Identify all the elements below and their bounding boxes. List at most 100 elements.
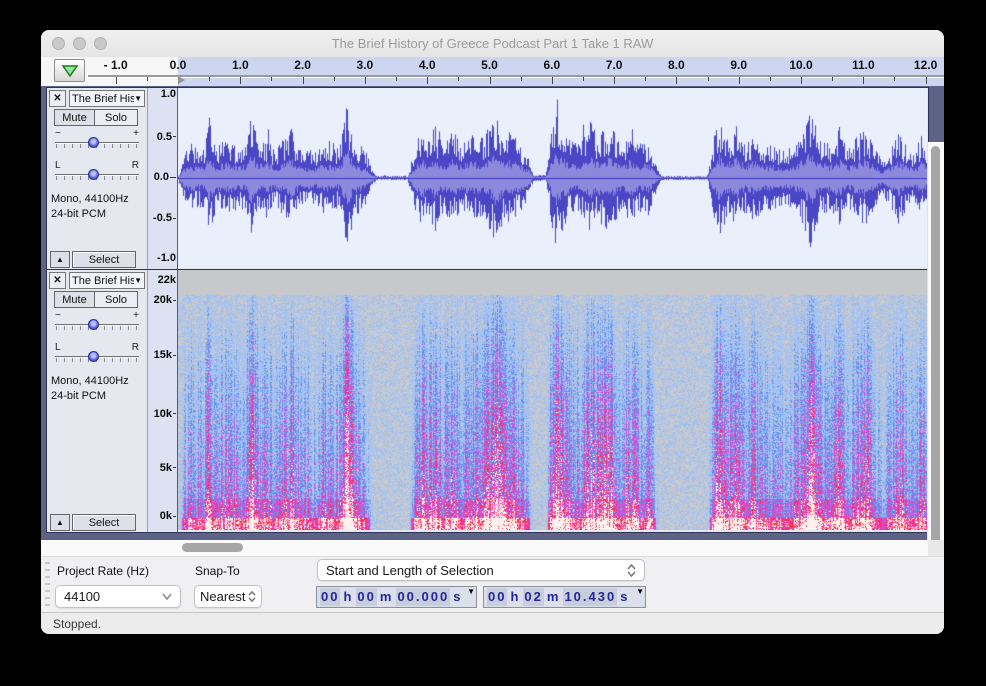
horizontal-scrollbar-thumb[interactable] (182, 543, 243, 552)
mute-button[interactable]: Mute (54, 291, 95, 308)
vruler-tick (173, 136, 176, 137)
timeline-major-tick (240, 77, 241, 84)
vruler-tick (173, 218, 176, 219)
selection-start-time[interactable]: 00h00m00.000s▼ (316, 586, 477, 608)
close-window-button[interactable] (52, 37, 65, 50)
timeline-label: 1.0 (232, 58, 249, 72)
track-title: The Brief Hist (72, 275, 134, 287)
timeline-major-tick (552, 77, 553, 84)
timeline-minor-tick (894, 77, 895, 81)
selection-mode-value: Start and Length of Selection (326, 563, 627, 578)
timeline-major-tick (303, 77, 304, 84)
selection-toolbar: Project Rate (Hz) Snap-To Start and Leng… (41, 556, 944, 613)
solo-button[interactable]: Solo (94, 109, 138, 126)
vruler-tick (173, 413, 176, 414)
vruler-tick (170, 177, 176, 178)
pan-slider[interactable]: L R (49, 342, 145, 369)
timeline-label: 2.0 (294, 58, 311, 72)
spectrogram-canvas[interactable] (178, 270, 927, 530)
timeline-label: 4.0 (419, 58, 436, 72)
vertical-scrollbar-thumb[interactable] (931, 146, 940, 582)
timeline-minor-tick (147, 77, 148, 81)
timeline-major-tick (490, 77, 491, 84)
timeline-label: 12.0 (914, 58, 937, 72)
gain-slider[interactable]: − + (49, 310, 145, 337)
gain-slider[interactable]: − + (49, 128, 145, 155)
select-track-button[interactable]: Select (72, 251, 136, 268)
timeline-major-tick (116, 77, 117, 84)
timeline-label: 10.0 (789, 58, 812, 72)
pan-slider-thumb[interactable] (88, 351, 99, 362)
project-rate-value: 44100 (64, 589, 162, 604)
pan-slider[interactable]: L R (49, 160, 145, 187)
time-dropdown-icon[interactable]: ▼ (636, 588, 644, 596)
time-digits[interactable]: 10.430 (563, 588, 617, 606)
tracks-area: ✕ The Brief Hist ▼ Mute Solo − + (41, 86, 944, 540)
minimize-window-button[interactable] (73, 37, 86, 50)
time-digits[interactable]: 02 (523, 588, 543, 606)
titlebar[interactable]: The Brief History of Greece Podcast Part… (41, 30, 944, 58)
vruler-label: 1.0 (161, 88, 176, 100)
time-digits[interactable]: 00.000 (396, 588, 450, 606)
track-menu-button[interactable]: The Brief Hist ▼ (69, 90, 145, 107)
solo-button[interactable]: Solo (94, 291, 138, 308)
timeline-label: - 1.0 (104, 58, 128, 72)
timeline-minor-tick (708, 77, 709, 81)
vruler-tick (173, 467, 176, 468)
vertical-scrollbar[interactable] (927, 142, 944, 596)
timeline-minor-tick (521, 77, 522, 81)
amplitude-ruler[interactable]: 1.00.50.0-0.5-1.0 (148, 88, 178, 269)
mute-button[interactable]: Mute (54, 109, 95, 126)
track-menu-button[interactable]: The Brief Hist ▼ (69, 272, 145, 289)
vruler-tick (173, 300, 176, 301)
timeline-major-tick (801, 77, 802, 84)
gain-slider-thumb[interactable] (88, 137, 99, 148)
frequency-ruler[interactable]: 22k20k15k10k5k0k (148, 270, 178, 532)
vruler-label: 20k (154, 294, 176, 306)
close-track-button[interactable]: ✕ (49, 90, 66, 107)
window-title: The Brief History of Greece Podcast Part… (332, 36, 654, 51)
time-digits[interactable]: 00 (356, 588, 376, 606)
gain-slider-thumb[interactable] (88, 319, 99, 330)
horizontal-scrollbar[interactable] (41, 540, 928, 556)
timeline-groove (88, 75, 944, 78)
time-digits[interactable]: 00 (487, 588, 507, 606)
time-unit: s (452, 588, 463, 606)
collapse-track-button[interactable]: ▲ (50, 251, 70, 268)
pan-right-label: R (132, 160, 139, 171)
project-rate-select[interactable]: 44100 (55, 585, 181, 608)
playhead-marker-icon[interactable] (178, 76, 185, 84)
timeline-pin-button[interactable] (54, 59, 85, 82)
timeline-label: 3.0 (357, 58, 374, 72)
timeline-major-tick (863, 77, 864, 84)
collapse-track-button[interactable]: ▲ (50, 514, 70, 531)
time-unit: h (342, 588, 354, 606)
time-dropdown-icon[interactable]: ▼ (467, 588, 475, 596)
toolbar-grip[interactable] (45, 562, 50, 607)
waveform-canvas[interactable] (178, 88, 927, 267)
timeline-minor-tick (209, 77, 210, 81)
status-bar: Stopped. (41, 612, 944, 634)
snap-to-select[interactable]: Nearest (194, 585, 262, 608)
vruler-label: -1.0 (157, 252, 176, 264)
pan-slider-thumb[interactable] (88, 169, 99, 180)
stepper-chevrons-icon (627, 564, 636, 577)
timeline-audio-region (178, 57, 944, 86)
gain-plus-label: + (133, 128, 139, 139)
time-digits[interactable]: 00 (320, 588, 340, 606)
track-waveform: ✕ The Brief Hist ▼ Mute Solo − + (46, 87, 929, 270)
time-unit: h (509, 588, 521, 606)
selection-mode-select[interactable]: Start and Length of Selection (317, 559, 645, 581)
select-track-button[interactable]: Select (72, 514, 136, 531)
zoom-window-button[interactable] (94, 37, 107, 50)
selection-length-time[interactable]: 00h02m10.430s▼ (483, 586, 646, 608)
timeline-label: 11.0 (852, 58, 875, 72)
track-format-line2: 24-bit PCM (51, 207, 129, 222)
timeline-label: 0.0 (170, 58, 187, 72)
screen: The Brief History of Greece Podcast Part… (0, 0, 986, 686)
track-format-line1: Mono, 44100Hz (51, 374, 129, 389)
timeline-ruler[interactable]: - 1.00.01.02.03.04.05.06.07.08.09.010.01… (88, 57, 944, 86)
timeline-major-tick (427, 77, 428, 84)
close-track-button[interactable]: ✕ (49, 272, 66, 289)
track2-control-panel: ✕ The Brief Hist ▼ Mute Solo − + (47, 270, 148, 532)
